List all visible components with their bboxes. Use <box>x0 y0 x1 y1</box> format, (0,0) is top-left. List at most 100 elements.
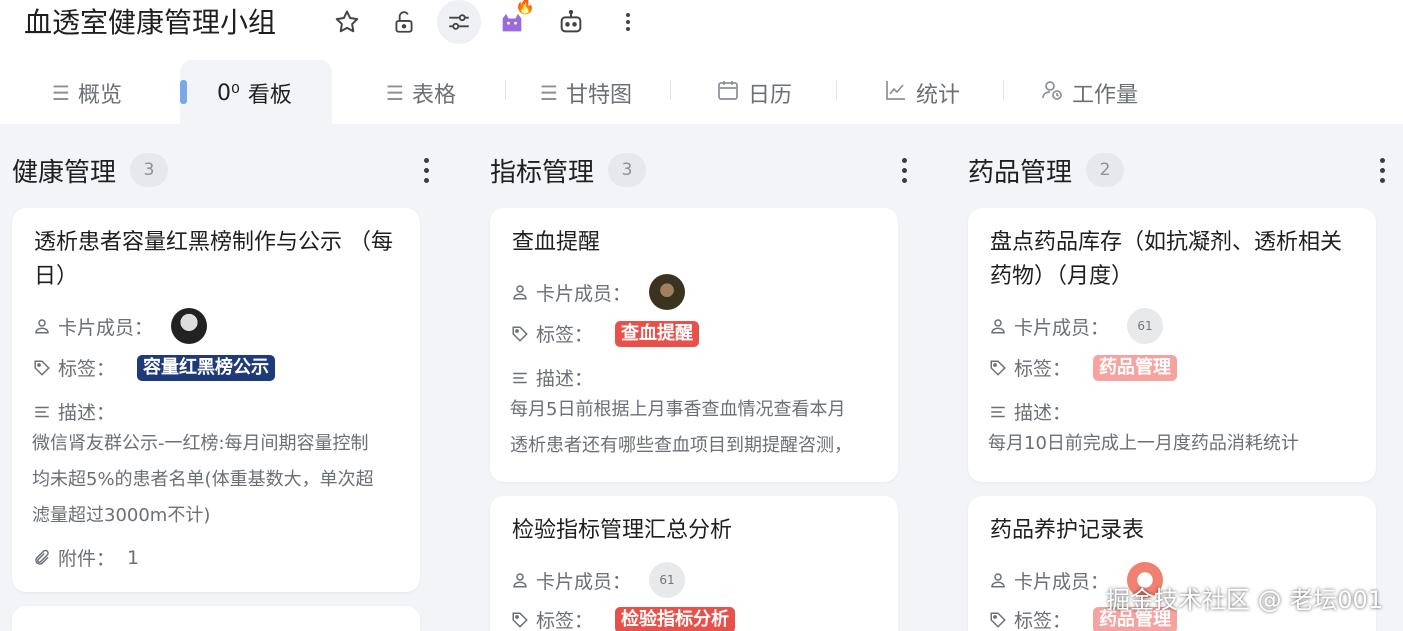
column-title: 健康管理 <box>12 157 117 188</box>
card-desc-row: 描述： <box>510 364 593 391</box>
tags-label: 标签： <box>536 324 594 346</box>
tab-gantt[interactable]: ☰ 甘特图 <box>540 62 632 124</box>
task-card[interactable]: 盘点药品库存（如抗凝剂、透析相关 药物）（月度） 卡片成员： 61 标签： 药品… <box>968 208 1376 482</box>
card-title: 检验指标管理汇总分析 <box>512 514 732 548</box>
user-icon <box>510 570 530 590</box>
description-line: 均未超5%的患者名单(体重基数大，单次超 <box>32 469 374 490</box>
card-title-line: 日） <box>34 264 79 289</box>
description-icon <box>510 368 530 388</box>
robot-icon[interactable] <box>549 0 593 44</box>
description-icon <box>988 402 1008 422</box>
description-label: 描述： <box>1014 402 1072 424</box>
more-vertical-icon[interactable] <box>606 0 650 44</box>
task-card[interactable] <box>12 606 420 631</box>
tag-icon <box>988 358 1008 378</box>
gantt-icon: ☰ <box>540 81 558 105</box>
tab-calendar[interactable]: 日历 <box>716 62 792 124</box>
tags-label: 标签： <box>58 358 116 380</box>
tab-divider <box>1003 80 1004 100</box>
card-members-row: 卡片成员： <box>32 308 208 344</box>
members-label: 卡片成员： <box>1014 316 1110 339</box>
card-tags-row: 标签： 药品管理 <box>988 354 1178 381</box>
tag-badge[interactable]: 检验指标分析 <box>615 606 736 631</box>
column-more-icon[interactable] <box>414 152 438 188</box>
sliders-icon[interactable] <box>437 0 481 44</box>
tab-label: 甘特图 <box>565 83 632 108</box>
card-title: 药品养护记录表 <box>990 514 1144 548</box>
column-count-badge: 3 <box>130 153 169 187</box>
tab-overview[interactable]: ☰ 概览 <box>52 62 122 124</box>
tab-label: 工作量 <box>1072 83 1139 108</box>
tab-divider <box>505 80 506 100</box>
task-card[interactable]: 透析患者容量红黑榜制作与公示 （每 日） 卡片成员： 标签： 容量红黑榜公示 描… <box>12 208 420 592</box>
list-icon: ☰ <box>52 81 70 105</box>
description-label: 描述： <box>58 402 116 424</box>
card-desc-row: 描述： <box>988 398 1071 425</box>
workload-icon <box>1040 78 1064 108</box>
card-title-line: 透析患者容量红黑榜制作与公示 （每 <box>34 230 393 255</box>
tab-board[interactable]: 0⁰ 看板 <box>217 62 292 124</box>
tag-badge[interactable]: 查血提醒 <box>615 320 700 347</box>
column-header-drugs: 药品管理 2 <box>968 148 1125 192</box>
user-icon <box>32 316 52 336</box>
page-title: 血透室健康管理小组 <box>24 6 277 39</box>
user-icon <box>988 570 1008 590</box>
card-tags-row: 标签： 容量红黑榜公示 <box>32 354 276 381</box>
card-desc-row: 描述： <box>32 398 115 425</box>
attachments-count: 1 <box>127 546 140 569</box>
user-icon <box>988 316 1008 336</box>
column-more-icon[interactable] <box>1370 152 1394 188</box>
task-card[interactable]: 检验指标管理汇总分析 卡片成员： 61 标签： 检验指标分析 <box>490 496 898 631</box>
tag-icon <box>988 610 1008 630</box>
watermark: 掘金技术社区 @ 老坛001 <box>1106 586 1384 614</box>
tab-label: 统计 <box>916 83 961 108</box>
card-description: 每月5日前根据上月事香查血情况查看本月 透析患者还有哪些查血项目到期提醒咨测， <box>510 392 852 464</box>
tab-statistics[interactable]: 统计 <box>884 62 960 124</box>
description-line: 微信肾友群公示-一红榜:每月间期容量控制 <box>32 433 369 454</box>
card-title: 盘点药品库存（如抗凝剂、透析相关 药物）（月度） <box>990 226 1342 294</box>
avatar[interactable]: 61 <box>1127 308 1164 344</box>
card-attachments-row: 附件： 1 <box>32 544 139 571</box>
tab-table[interactable]: ☰ 表格 <box>386 62 456 124</box>
tab-label: 表格 <box>411 83 456 108</box>
card-title-line: 盘点药品库存（如抗凝剂、透析相关 <box>990 230 1343 255</box>
calendar-icon <box>716 78 740 108</box>
card-title: 透析患者容量红黑榜制作与公示 （每 日） <box>34 226 393 294</box>
description-line: 滤量超过3000m不计) <box>32 505 211 526</box>
card-title-line: 药物）（月度） <box>990 264 1134 289</box>
card-title-line: 药品养护记录表 <box>990 518 1145 543</box>
column-count-badge: 2 <box>1086 153 1125 187</box>
tab-divider <box>836 80 837 100</box>
avatar[interactable] <box>171 308 208 344</box>
star-icon[interactable] <box>325 0 369 44</box>
members-label: 卡片成员： <box>1014 570 1110 593</box>
avatar[interactable]: 61 <box>649 562 686 598</box>
card-members-row: 卡片成员： <box>510 274 686 310</box>
column-title: 指标管理 <box>490 157 595 188</box>
tag-badge[interactable]: 药品管理 <box>1093 354 1178 381</box>
column-header-indicators: 指标管理 3 <box>490 148 647 192</box>
card-description: 每月10日前完成上一月度药品消耗统计 <box>988 426 1299 462</box>
members-label: 卡片成员： <box>536 282 632 305</box>
tag-icon <box>32 358 52 378</box>
card-title: 查血提醒 <box>512 226 600 260</box>
members-label: 卡片成员： <box>58 316 154 339</box>
avatar[interactable] <box>649 274 686 310</box>
list-icon: ☰ <box>386 81 404 105</box>
members-label: 卡片成员： <box>536 570 632 593</box>
tags-label: 标签： <box>1014 358 1072 380</box>
card-title-line: 查血提醒 <box>512 230 601 255</box>
attachments-label: 附件： <box>58 548 116 570</box>
card-members-row: 卡片成员： 61 <box>510 562 686 598</box>
card-members-row: 卡片成员： 61 <box>988 308 1164 344</box>
tab-label: 概览 <box>77 83 122 108</box>
tab-workload[interactable]: 工作量 <box>1040 62 1138 124</box>
fire-icon: 🔥 <box>515 0 535 15</box>
unlock-icon[interactable] <box>382 0 426 44</box>
tag-badge[interactable]: 容量红黑榜公示 <box>137 354 276 381</box>
tags-label: 标签： <box>1014 610 1072 631</box>
column-title: 药品管理 <box>968 157 1073 188</box>
column-header-health: 健康管理 3 <box>12 148 169 192</box>
task-card[interactable]: 查血提醒 卡片成员： 标签： 查血提醒 描述： 每月5日前根据上月事香查血情况查… <box>490 208 898 482</box>
column-more-icon[interactable] <box>892 152 916 188</box>
